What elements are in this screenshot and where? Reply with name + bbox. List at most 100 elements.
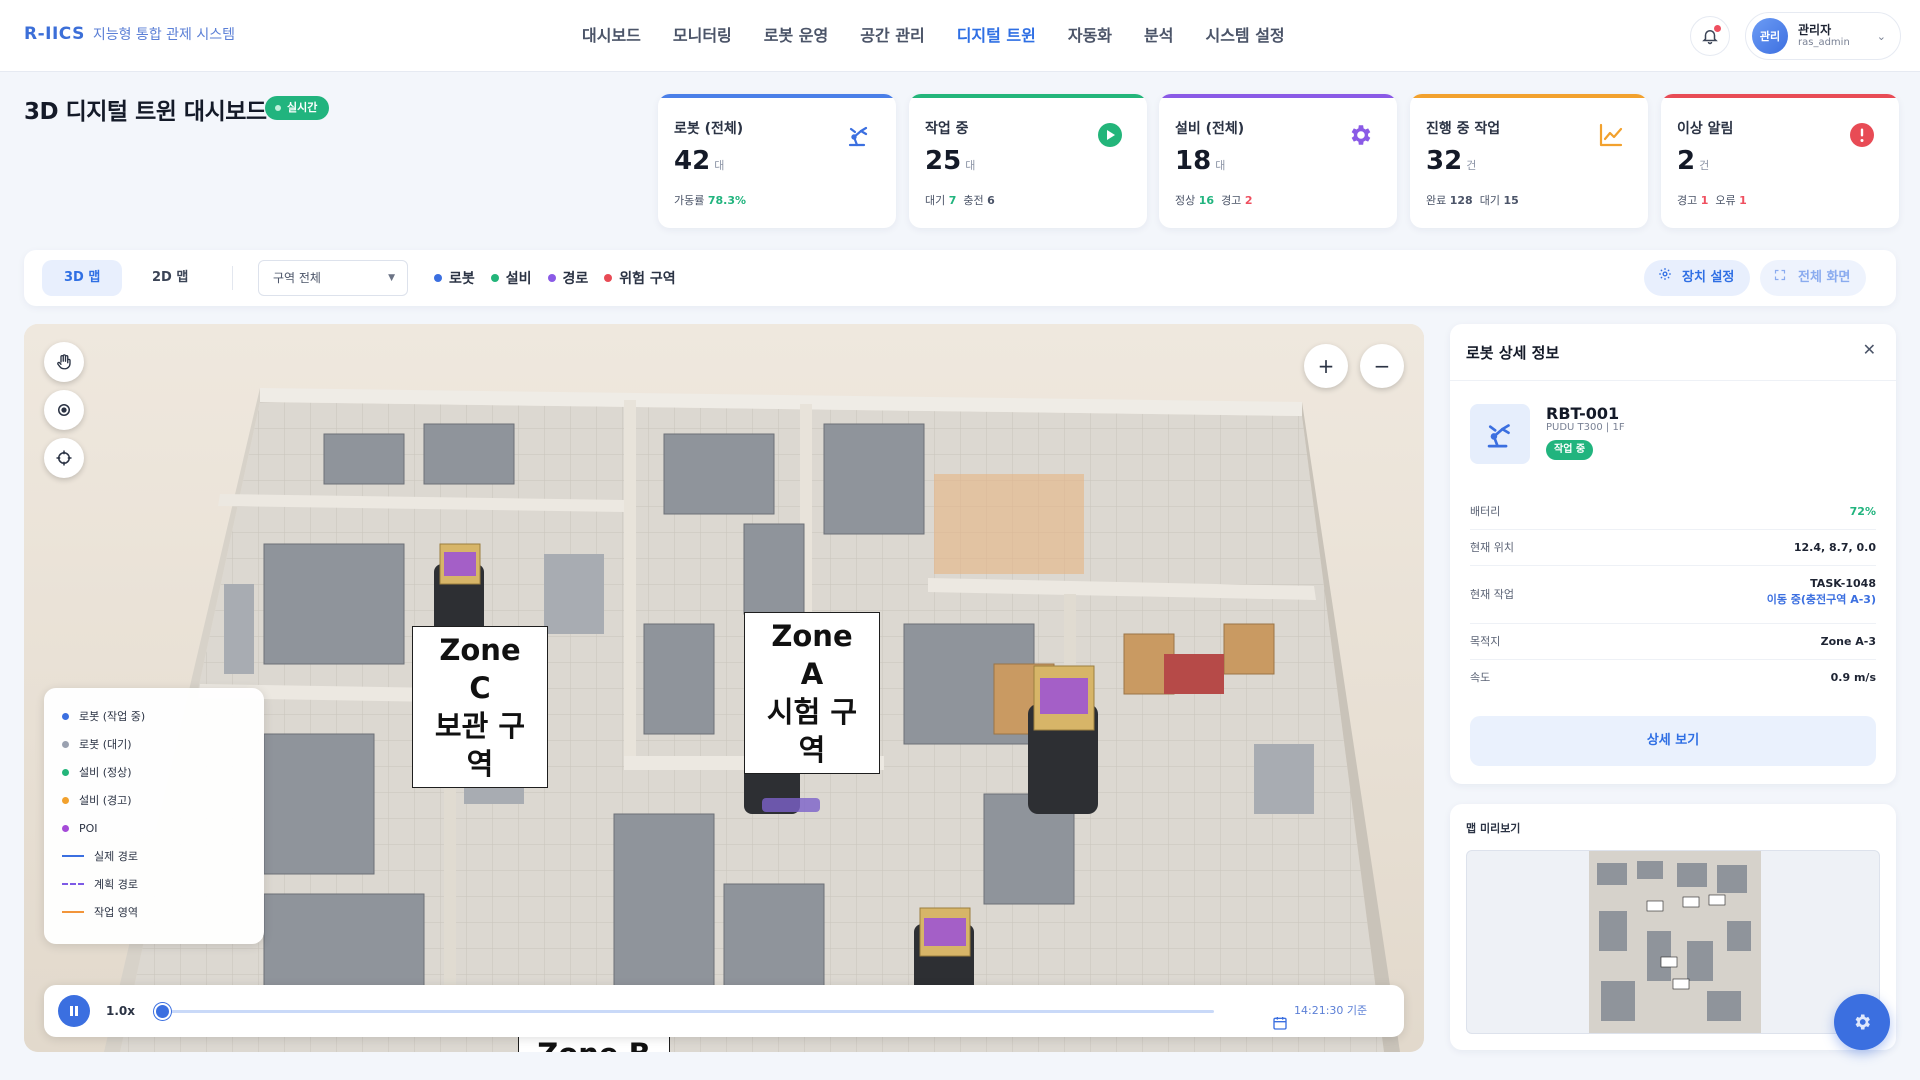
stat-unit: 건: [1466, 159, 1477, 172]
detail-key: 목적지: [1470, 635, 1501, 648]
close-icon: ✕: [1862, 340, 1876, 359]
stat-label: 이상 알림: [1677, 121, 1734, 137]
zone-label-a[interactable]: Zone A 시험 구역: [744, 612, 880, 774]
stat-card-alerts[interactable]: 이상 알림 2건 경고 1 오류 1: [1661, 94, 1899, 228]
playback-slider[interactable]: [154, 1003, 1214, 1020]
sub-value: 1: [1700, 194, 1709, 207]
stat-unit: 대: [965, 159, 976, 172]
legend-danger-zone[interactable]: 위험 구역: [604, 268, 676, 288]
top-navigation-bar: R-IICS 지능형 통합 관제 시스템 대시보드 모니터링 로봇 운영 공간 …: [0, 0, 1920, 72]
nav-item-space-management[interactable]: 공간 관리: [844, 0, 940, 72]
stat-label: 로봇 (전체): [674, 121, 744, 137]
user-menu[interactable]: 관리 관리자 ras_admin ⌄: [1745, 12, 1901, 60]
fullscreen-label: 전체 화면: [1798, 270, 1851, 285]
nav-item-robot-operation[interactable]: 로봇 운영: [748, 0, 844, 72]
legend-label: 계획 경로: [94, 878, 138, 891]
minimap-viewport[interactable]: [1466, 850, 1880, 1034]
tab-2d-map[interactable]: 2D 맵: [130, 260, 210, 296]
nav-item-digital-twin[interactable]: 디지털 트윈: [941, 0, 1052, 72]
nav-item-automation[interactable]: 자동화: [1052, 0, 1128, 72]
close-button[interactable]: ✕: [1863, 340, 1876, 359]
zone-select-value: 구역 전체: [273, 271, 321, 285]
hand-icon: [57, 354, 71, 370]
map-viewport-3d[interactable]: Zone C 보관 구역 Zone A 시험 구역 Zone B + − 로봇 …: [24, 324, 1424, 1052]
assistant-fab-button[interactable]: [1834, 994, 1890, 1050]
stat-unit: 건: [1699, 159, 1710, 172]
legend-line: [62, 911, 84, 913]
nav-item-analysis[interactable]: 분석: [1128, 0, 1189, 72]
legend-dot: [490, 274, 499, 282]
legend-label: 작업 영역: [94, 906, 138, 919]
minimap-title: 맵 미리보기: [1466, 822, 1521, 835]
nav-item-dashboard[interactable]: 대시보드: [566, 0, 657, 72]
legend-dot: [547, 274, 556, 282]
notification-dot: [1714, 25, 1721, 32]
legend-equipment[interactable]: 설비: [490, 268, 532, 288]
legend-dot: [434, 274, 442, 282]
sub-key: 완료: [1426, 194, 1447, 207]
detail-key: 현재 작업: [1470, 588, 1514, 601]
legend-line: [62, 883, 84, 885]
stat-sub: 가동률 78.3%: [674, 192, 746, 208]
crosshair-tool-button[interactable]: [44, 438, 84, 478]
gear-icon: [1658, 260, 1672, 296]
user-name: 관리자: [1798, 22, 1832, 37]
zoom-in-button[interactable]: +: [1304, 344, 1348, 388]
card-accent: [1661, 94, 1899, 98]
card-accent: [1159, 94, 1397, 98]
stat-card-tasks[interactable]: 진행 중 작업 32 건 완료 128 대기 15: [1410, 94, 1648, 228]
stat-unit: 대: [1215, 159, 1226, 172]
divider: [232, 266, 233, 290]
stat-sub: 경고 1 오류 1: [1677, 192, 1747, 208]
legend-robot[interactable]: 로봇: [434, 268, 475, 288]
tab-3d-map[interactable]: 3D 맵: [42, 260, 123, 296]
stat-sub: 정상 16 경고 2: [1175, 192, 1252, 208]
legend-row: 실제 경로: [62, 842, 264, 870]
zoom-out-button[interactable]: −: [1360, 344, 1404, 388]
stat-value: 18 대: [1175, 146, 1225, 176]
fullscreen-button[interactable]: 전체 화면: [1760, 260, 1867, 296]
play-circle-icon: [1095, 120, 1125, 150]
notification-button[interactable]: [1690, 16, 1730, 56]
detail-value-sub[interactable]: 이동 중(충전구역 A-3): [1767, 592, 1876, 608]
robot-arm-icon: [844, 120, 874, 150]
legend-label: 위험 구역: [619, 271, 676, 287]
nav-item-system-settings[interactable]: 시스템 설정: [1189, 0, 1300, 72]
zone-label-c[interactable]: Zone C 보관 구역: [412, 626, 548, 788]
stat-card-robots[interactable]: 로봇 (전체) 42 대 가동률 78.3%: [658, 94, 896, 228]
fullscreen-icon: [1774, 260, 1786, 296]
legend-row: 설비 (경고): [62, 786, 264, 814]
divider: [1450, 380, 1896, 381]
sub-value: 78.3%: [707, 194, 747, 207]
zone-select[interactable]: 구역 전체 ▼: [258, 260, 408, 296]
legend-label: 실제 경로: [94, 850, 138, 863]
sub-value: 1: [1739, 194, 1747, 207]
sub-key: 충전: [963, 194, 984, 207]
playback-speed[interactable]: 1.0x: [106, 985, 135, 1037]
view-details-button[interactable]: 상세 보기: [1470, 716, 1876, 766]
legend-label: 설비: [505, 271, 532, 287]
brand[interactable]: R-IICS 지능형 통합 관제 시스템: [24, 24, 235, 44]
pause-button[interactable]: [58, 995, 90, 1027]
gear-icon: [1345, 120, 1375, 150]
legend-dot: [62, 824, 69, 832]
legend-row: 로봇 (작업 중): [62, 702, 264, 730]
legend-path[interactable]: 경로: [547, 268, 588, 288]
focus-tool-button[interactable]: [44, 390, 84, 430]
nav-item-monitoring[interactable]: 모니터링: [657, 0, 748, 72]
detail-row-task: 현재 작업 TASK-1048 이동 중(충전구역 A-3): [1470, 566, 1876, 624]
device-settings-button[interactable]: 장치 설정: [1644, 260, 1751, 296]
zone-label-line2: 보관 구역: [434, 709, 526, 781]
stat-label: 진행 중 작업: [1426, 121, 1501, 137]
detail-value: 0.9 m/s: [1830, 671, 1876, 684]
legend-dot: [62, 712, 69, 720]
stat-label: 작업 중: [925, 121, 969, 137]
sub-value: 128: [1449, 194, 1473, 207]
stat-sub: 대기 7 충전 6: [925, 192, 995, 208]
playback-slider-handle[interactable]: [154, 1003, 171, 1020]
stat-card-equipment[interactable]: 설비 (전체) 18 대 정상 16 경고 2: [1159, 94, 1397, 228]
pan-tool-button[interactable]: [44, 342, 84, 382]
detail-value: 72%: [1849, 505, 1876, 518]
stat-card-working[interactable]: 작업 중 25 대 대기 7 충전 6: [909, 94, 1147, 228]
stat-value: 25 대: [925, 146, 975, 176]
